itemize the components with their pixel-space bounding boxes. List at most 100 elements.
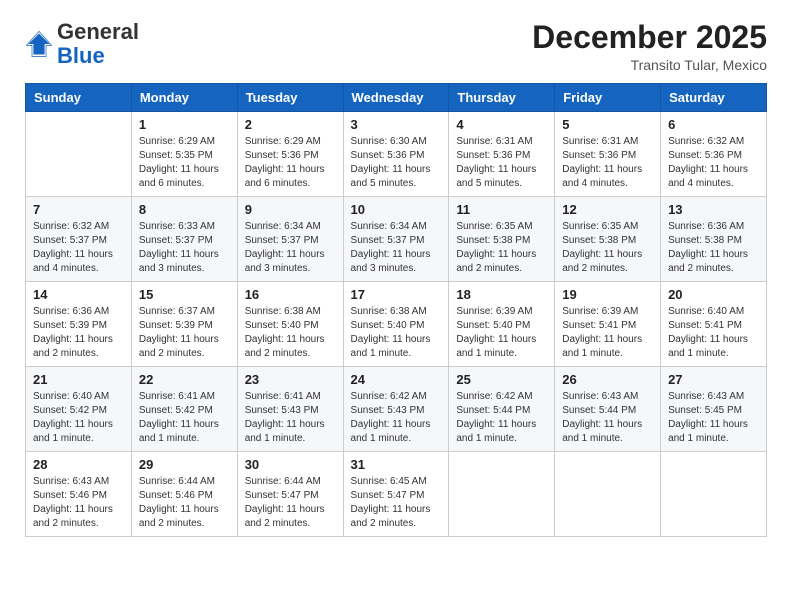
day-number: 7 — [33, 202, 124, 217]
calendar-cell: 8Sunrise: 6:33 AMSunset: 5:37 PMDaylight… — [131, 197, 237, 282]
sunrise-text: Sunrise: 6:32 AM — [668, 136, 744, 147]
calendar-cell: 9Sunrise: 6:34 AMSunset: 5:37 PMDaylight… — [237, 197, 343, 282]
day-info: Sunrise: 6:44 AMSunset: 5:47 PMDaylight:… — [245, 475, 336, 531]
day-info: Sunrise: 6:41 AMSunset: 5:42 PMDaylight:… — [139, 390, 230, 446]
sunset-text: Sunset: 5:37 PM — [245, 235, 319, 246]
sunrise-text: Sunrise: 6:41 AM — [245, 391, 321, 402]
daylight-text: Daylight: 11 hours and 3 minutes. — [139, 249, 219, 274]
sunset-text: Sunset: 5:40 PM — [456, 320, 530, 331]
calendar-cell: 13Sunrise: 6:36 AMSunset: 5:38 PMDayligh… — [661, 197, 767, 282]
sunrise-text: Sunrise: 6:42 AM — [456, 391, 532, 402]
day-info: Sunrise: 6:36 AMSunset: 5:38 PMDaylight:… — [668, 220, 759, 276]
sunrise-text: Sunrise: 6:42 AM — [351, 391, 427, 402]
sunset-text: Sunset: 5:47 PM — [351, 490, 425, 501]
sunrise-text: Sunrise: 6:35 AM — [456, 221, 532, 232]
sunset-text: Sunset: 5:46 PM — [139, 490, 213, 501]
day-info: Sunrise: 6:29 AMSunset: 5:35 PMDaylight:… — [139, 135, 230, 191]
daylight-text: Daylight: 11 hours and 1 minute. — [139, 419, 219, 444]
day-number: 4 — [456, 117, 547, 132]
sunrise-text: Sunrise: 6:45 AM — [351, 476, 427, 487]
sunrise-text: Sunrise: 6:34 AM — [351, 221, 427, 232]
daylight-text: Daylight: 11 hours and 6 minutes. — [245, 164, 325, 189]
daylight-text: Daylight: 11 hours and 1 minute. — [351, 419, 431, 444]
daylight-text: Daylight: 11 hours and 5 minutes. — [351, 164, 431, 189]
day-info: Sunrise: 6:44 AMSunset: 5:46 PMDaylight:… — [139, 475, 230, 531]
day-info: Sunrise: 6:39 AM Sunset: 5:40 PM Daylight:… — [456, 305, 547, 361]
sunrise-text: Sunrise: 6:43 AM — [33, 476, 109, 487]
daylight-text: Daylight: 11 hours and 1 minute. — [351, 334, 431, 359]
weekday-monday: Monday — [131, 84, 237, 112]
day-info: Sunrise: 6:41 AM Sunset: 5:43 PM Daylight:… — [245, 390, 336, 446]
daylight-text: Daylight: 11 hours and 6 minutes. — [139, 164, 219, 189]
day-number: 14 — [33, 287, 124, 302]
daylight-text: Daylight: 11 hours and 2 minutes. — [245, 504, 325, 529]
calendar-cell: 31Sunrise: 6:45 AMSunset: 5:47 PMDayligh… — [343, 452, 449, 537]
sunset-text: Sunset: 5:38 PM — [562, 235, 636, 246]
day-number: 17 — [351, 287, 442, 302]
calendar-cell: 23 Sunrise: 6:41 AM Sunset: 5:43 PM Dayligh… — [237, 367, 343, 452]
calendar-cell: 12Sunrise: 6:35 AMSunset: 5:38 PMDayligh… — [555, 197, 661, 282]
day-number: 31 — [351, 457, 442, 472]
sunrise-text: Sunrise: 6:33 AM — [139, 221, 215, 232]
sunrise-text: Sunrise: 6:39 AM — [562, 306, 638, 317]
daylight-text: Daylight: 11 hours and 1 minute. — [33, 419, 113, 444]
sunrise-text: Sunrise: 6:35 AM — [562, 221, 638, 232]
calendar-cell: 17 Sunrise: 6:38 AM Sunset: 5:40 PM Dayligh… — [343, 282, 449, 367]
sunrise-text: Sunrise: 6:41 AM — [139, 391, 215, 402]
sunset-text: Sunset: 5:39 PM — [33, 320, 107, 331]
daylight-text: Daylight: 11 hours and 5 minutes. — [456, 164, 536, 189]
sunrise-text: Sunrise: 6:31 AM — [562, 136, 638, 147]
day-number: 10 — [351, 202, 442, 217]
calendar-cell: 3Sunrise: 6:30 AMSunset: 5:36 PMDaylight… — [343, 112, 449, 197]
sunrise-text: Sunrise: 6:36 AM — [668, 221, 744, 232]
sunset-text: Sunset: 5:35 PM — [139, 150, 213, 161]
day-number: 23 — [245, 372, 336, 387]
calendar-week-3: 14Sunrise: 6:36 AMSunset: 5:39 PMDayligh… — [26, 282, 767, 367]
sunrise-text: Sunrise: 6:38 AM — [351, 306, 427, 317]
header: GeneralBlue December 2025 Transito Tular… — [25, 20, 767, 73]
day-info: Sunrise: 6:29 AMSunset: 5:36 PMDaylight:… — [245, 135, 336, 191]
calendar-cell: 30 Sunrise: 6:44 AMSunset: 5:47 PMDayligh… — [237, 452, 343, 537]
daylight-text: Daylight: 11 hours and 1 minute. — [245, 419, 325, 444]
day-number: 24 — [351, 372, 442, 387]
day-info: Sunrise: 6:45 AMSunset: 5:47 PMDaylight:… — [351, 475, 442, 531]
day-number: 20 — [668, 287, 759, 302]
calendar-cell: 4Sunrise: 6:31 AMSunset: 5:36 PMDaylight… — [449, 112, 555, 197]
sunset-text: Sunset: 5:43 PM — [245, 405, 319, 416]
weekday-header-row: SundayMondayTuesdayWednesdayThursdayFrid… — [26, 84, 767, 112]
day-info: Sunrise: 6:42 AMSunset: 5:44 PMDaylight:… — [456, 390, 547, 446]
sunrise-text: Sunrise: 6:30 AM — [351, 136, 427, 147]
sunset-text: Sunset: 5:40 PM — [351, 320, 425, 331]
calendar-cell: 19Sunrise: 6:39 AMSunset: 5:41 PMDayligh… — [555, 282, 661, 367]
sunrise-text: Sunrise: 6:31 AM — [456, 136, 532, 147]
day-number: 19 — [562, 287, 653, 302]
calendar-title: December 2025 — [532, 20, 767, 55]
day-number: 5 — [562, 117, 653, 132]
sunrise-text: Sunrise: 6:37 AM — [139, 306, 215, 317]
day-number: 6 — [668, 117, 759, 132]
day-number: 18 — [456, 287, 547, 302]
day-info: Sunrise: 6:37 AMSunset: 5:39 PMDaylight:… — [139, 305, 230, 361]
daylight-text: Daylight: 11 hours and 1 minute. — [562, 334, 642, 359]
sunset-text: Sunset: 5:36 PM — [562, 150, 636, 161]
daylight-text: Daylight: 11 hours and 3 minutes. — [245, 249, 325, 274]
day-number: 30 — [245, 457, 336, 472]
sunset-text: Sunset: 5:39 PM — [139, 320, 213, 331]
sunset-text: Sunset: 5:41 PM — [668, 320, 742, 331]
logo-icon — [25, 30, 53, 58]
day-info: Sunrise: 6:38 AM Sunset: 5:40 PM Daylight:… — [351, 305, 442, 361]
day-number: 15 — [139, 287, 230, 302]
sunrise-text: Sunrise: 6:39 AM — [456, 306, 532, 317]
day-info: Sunrise: 6:43 AMSunset: 5:46 PMDaylight:… — [33, 475, 124, 531]
day-number: 21 — [33, 372, 124, 387]
sunrise-text: Sunrise: 6:43 AM — [562, 391, 638, 402]
calendar-cell: 27Sunrise: 6:43 AMSunset: 5:45 PMDayligh… — [661, 367, 767, 452]
title-area: December 2025 Transito Tular, Mexico — [532, 20, 767, 73]
sunrise-text: Sunrise: 6:40 AM — [668, 306, 744, 317]
day-info: Sunrise: 6:35 AMSunset: 5:38 PMDaylight:… — [562, 220, 653, 276]
daylight-text: Daylight: 11 hours and 1 minute. — [668, 334, 748, 359]
calendar-cell: 18 Sunrise: 6:39 AM Sunset: 5:40 PM Dayligh… — [449, 282, 555, 367]
daylight-text: Daylight: 11 hours and 1 minute. — [668, 419, 748, 444]
daylight-text: Daylight: 11 hours and 1 minute. — [456, 334, 536, 359]
calendar-cell: 26Sunrise: 6:43 AMSunset: 5:44 PMDayligh… — [555, 367, 661, 452]
